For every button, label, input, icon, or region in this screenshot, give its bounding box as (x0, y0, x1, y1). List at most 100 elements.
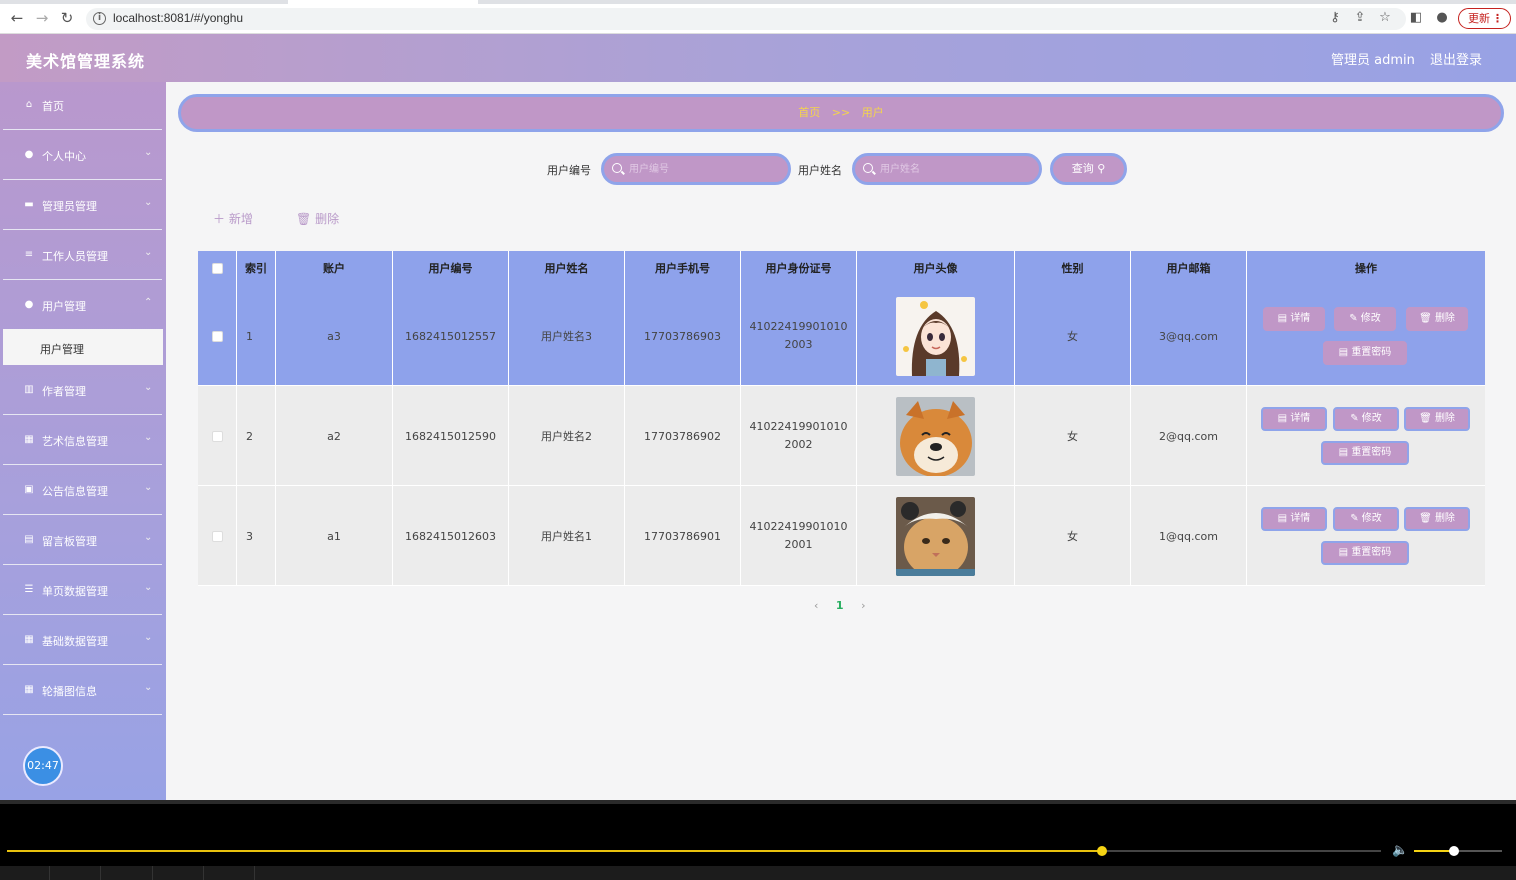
edit-button[interactable]: ✎ 修改 (1333, 407, 1399, 431)
dog-avatar-image (896, 396, 975, 476)
sidebar-item-admins[interactable]: ▬ 管理员管理 ⌄ (3, 182, 162, 230)
update-button[interactable]: 更新 ⋮ (1458, 8, 1511, 29)
seek-handle[interactable] (1097, 846, 1108, 856)
chevron-down-icon: ⌄ (144, 482, 153, 493)
sidepanel-icon[interactable]: ◧ (1408, 10, 1424, 26)
media-player-bar: 🔈 (0, 800, 1516, 880)
search-icon (863, 163, 873, 173)
edit-button[interactable]: ✎ 修改 (1334, 307, 1396, 331)
update-label: 更新 (1468, 12, 1490, 25)
detail-label: 详情 (1290, 513, 1311, 524)
chevron-down-icon: ⌄ (144, 582, 153, 593)
delete-button[interactable]: 🗑 删除 (1404, 407, 1470, 431)
detail-icon: ▤ (1277, 513, 1291, 524)
breadcrumb-home[interactable]: 首页 (798, 106, 820, 119)
sidebar-item-home[interactable]: ⌂ 首页 (3, 82, 162, 130)
prev-page-icon[interactable]: ‹ (814, 599, 818, 612)
sidebar-item-staff[interactable]: ≡ 工作人员管理 ⌄ (3, 232, 162, 280)
logout-link[interactable]: 退出登录 (1430, 49, 1482, 68)
table-row[interactable]: 1 a3 1682415012557 用户姓名3 17703786903 410… (198, 286, 1485, 386)
add-button[interactable]: ＋ 新增 (213, 210, 253, 227)
chevron-down-icon: ⌄ (144, 682, 153, 693)
grid-icon: ▦ (24, 434, 34, 445)
delete-button[interactable]: 🗑 删除 (1406, 307, 1468, 331)
user-number-input-box[interactable] (601, 153, 791, 185)
user-number-input[interactable] (629, 160, 779, 178)
sidebar-item-carousel[interactable]: ▦ 轮播图信息 ⌄ (3, 667, 162, 715)
detail-button[interactable]: ▤ 详情 (1263, 307, 1325, 331)
home-icon: ⌂ (25, 99, 33, 110)
row-checkbox[interactable] (211, 530, 223, 542)
volume-handle[interactable] (1448, 846, 1459, 856)
sidebar-item-basedata[interactable]: ▦ 基础数据管理 ⌄ (3, 617, 162, 665)
sidebar-item-notices[interactable]: ▣ 公告信息管理 ⌄ (3, 467, 162, 515)
select-all-checkbox[interactable] (211, 263, 223, 274)
sidebar-item-users[interactable]: ● 用户管理 ⌃ (3, 282, 162, 330)
share-icon[interactable]: ⇪ (1352, 10, 1368, 26)
detail-icon: ▤ (1277, 313, 1291, 324)
chevron-down-icon: ⌄ (144, 432, 153, 443)
address-bar[interactable]: i localhost:8081/#/yonghu (86, 8, 1406, 30)
id-card-cell: 410224199010102001 (741, 486, 857, 586)
detail-button[interactable]: ▤ 详情 (1261, 407, 1327, 431)
reset-icon: ▤ (1338, 447, 1352, 458)
forward-arrow-icon[interactable]: → (34, 10, 50, 26)
table-header: 索引 账户 用户编号 用户姓名 用户手机号 用户身份证号 用户头像 性别 用户邮… (198, 251, 1485, 286)
batch-delete-button[interactable]: 🗑 删除 (296, 210, 339, 227)
row-checkbox[interactable] (211, 330, 223, 342)
sidebar-item-label: 管理员管理 (42, 200, 97, 213)
sidebar-item-label: 工作人员管理 (42, 250, 108, 263)
sidebar-subitem-label: 用户管理 (40, 343, 84, 356)
sidebar-item-authors[interactable]: ▥ 作者管理 ⌄ (3, 367, 162, 415)
sidebar-item-pages[interactable]: ☰ 单页数据管理 ⌄ (3, 567, 162, 615)
user-name-input[interactable] (880, 160, 1030, 178)
volume-icon[interactable]: 🔈 (1392, 843, 1408, 858)
id-card-cell: 410224199010102003 (741, 286, 857, 386)
phone-cell: 17703786903 (625, 286, 741, 386)
sidebar-subitem-users[interactable]: 用户管理 (3, 329, 163, 365)
sidebar-item-messages[interactable]: ▤ 留言板管理 ⌄ (3, 517, 162, 565)
table-row[interactable]: 2 a2 1682415012590 用户姓名2 17703786902 410… (198, 386, 1485, 486)
table-row[interactable]: 3 a1 1682415012603 用户姓名1 17703786901 410… (198, 486, 1485, 586)
profile-icon[interactable]: ● (1434, 10, 1450, 26)
reset-password-button[interactable]: ▤ 重置密码 (1321, 541, 1409, 565)
chevron-down-icon: ⌄ (144, 532, 153, 543)
current-page[interactable]: 1 (836, 599, 844, 612)
grid-icon: ▦ (24, 684, 34, 695)
search-icon: ⚲ (1097, 162, 1106, 175)
info-icon[interactable]: i (93, 12, 106, 25)
delete-label: 删除 (315, 212, 340, 226)
cat-avatar-image (896, 496, 975, 576)
column-header: 用户头像 (857, 251, 1015, 286)
detail-icon: ▤ (1277, 413, 1291, 424)
account-cell: a3 (276, 286, 393, 386)
sidebar-item-label: 作者管理 (42, 385, 86, 398)
back-arrow-icon[interactable]: ← (9, 10, 25, 26)
trash-icon: 🗑 (1419, 313, 1435, 324)
index-cell: 3 (237, 486, 276, 586)
user-name-input-box[interactable] (852, 153, 1042, 185)
account-cell: a2 (276, 386, 393, 486)
star-icon[interactable]: ☆ (1377, 10, 1393, 26)
trash-icon: 🗑 (296, 212, 312, 226)
key-icon[interactable]: ⚷ (1327, 10, 1343, 26)
phone-cell: 17703786902 (625, 386, 741, 486)
delete-button[interactable]: 🗑 删除 (1404, 507, 1470, 531)
next-page-icon[interactable]: › (861, 599, 865, 612)
reload-icon[interactable]: ↻ (59, 10, 75, 26)
row-checkbox[interactable] (211, 430, 223, 442)
user-number-label: 用户编号 (547, 164, 591, 177)
seek-bar[interactable] (7, 850, 1381, 852)
current-tab[interactable] (288, 0, 478, 4)
reset-password-button[interactable]: ▤ 重置密码 (1323, 341, 1407, 365)
query-button[interactable]: 查询 ⚲ (1050, 153, 1127, 185)
detail-button[interactable]: ▤ 详情 (1261, 507, 1327, 531)
player-top-line (0, 800, 1516, 804)
edit-button[interactable]: ✎ 修改 (1333, 507, 1399, 531)
reset-password-button[interactable]: ▤ 重置密码 (1321, 441, 1409, 465)
gender-cell: 女 (1015, 386, 1131, 486)
sidebar-item-profile[interactable]: ● 个人中心 ⌄ (3, 132, 162, 180)
edit-label: 修改 (1361, 513, 1382, 524)
email-cell: 1@qq.com (1131, 486, 1247, 586)
sidebar-item-art[interactable]: ▦ 艺术信息管理 ⌄ (3, 417, 162, 465)
